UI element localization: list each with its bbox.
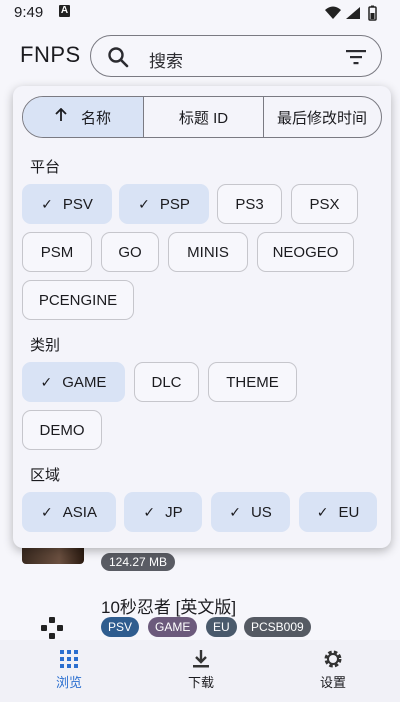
check-icon: ✓ bbox=[143, 503, 156, 520]
nav-settings-label: 设置 bbox=[319, 675, 346, 690]
chip-eu[interactable]: ✓ EU bbox=[299, 492, 377, 532]
nav-download-label: 下载 bbox=[187, 675, 214, 690]
chip-psp[interactable]: ✓ PSP bbox=[119, 184, 209, 224]
chip-demo[interactable]: DEMO bbox=[22, 410, 102, 450]
chip-label: DEMO bbox=[39, 421, 85, 439]
chip-label: US bbox=[250, 503, 272, 521]
check-icon: ✓ bbox=[41, 503, 53, 520]
nav-browse[interactable]: 浏览 bbox=[34, 646, 104, 691]
tag-title-id: PCSB009 bbox=[244, 617, 311, 637]
check-icon: ✓ bbox=[316, 503, 329, 520]
sort-by-title-id[interactable]: 标题 ID bbox=[143, 97, 263, 137]
filter-icon[interactable] bbox=[345, 48, 367, 71]
chip-label: ASIA bbox=[62, 503, 97, 521]
sort-name-label: 名称 bbox=[80, 109, 111, 127]
chip-neogeo[interactable]: NEOGEO bbox=[257, 232, 354, 272]
nav-browse-label: 浏览 bbox=[55, 675, 82, 690]
tag-platform: PSV bbox=[101, 617, 140, 637]
chip-label: JP bbox=[165, 503, 183, 521]
chip-us[interactable]: ✓ US bbox=[211, 492, 290, 532]
search-bar[interactable]: 搜索 bbox=[90, 35, 382, 77]
check-icon: ✓ bbox=[41, 195, 53, 212]
gear-icon bbox=[298, 646, 368, 672]
chip-label: PS3 bbox=[235, 195, 264, 213]
chip-label: GO bbox=[118, 243, 142, 261]
wifi-icon bbox=[325, 6, 341, 19]
sort-segmented-control: 名称 标题 ID 最后修改时间 bbox=[22, 96, 382, 138]
chip-dlc[interactable]: DLC bbox=[134, 362, 199, 402]
chip-ps3[interactable]: PS3 bbox=[217, 184, 282, 224]
notification-icon: A bbox=[59, 5, 70, 17]
filter-panel: 名称 标题 ID 最后修改时间 平台 ✓ PSV ✓ PSP PS3 PSX PSM… bbox=[13, 86, 391, 548]
status-time: 9:49 bbox=[14, 4, 44, 21]
sort-title-id-label: 标题 ID bbox=[178, 109, 229, 127]
chip-psx[interactable]: PSX bbox=[291, 184, 358, 224]
chip-psm[interactable]: PSM bbox=[22, 232, 92, 272]
chip-label: PSP bbox=[159, 195, 190, 213]
game-thumbnail[interactable] bbox=[22, 548, 84, 564]
chip-asia[interactable]: ✓ ASIA bbox=[22, 492, 116, 532]
signal-icon bbox=[346, 7, 360, 19]
nav-settings[interactable]: 设置 bbox=[298, 646, 368, 691]
status-bar: 9:49 A bbox=[0, 0, 400, 26]
chip-label: THEME bbox=[226, 373, 279, 391]
download-icon bbox=[166, 646, 236, 672]
chip-label: NEOGEO bbox=[272, 243, 339, 261]
arrow-up-icon bbox=[55, 107, 67, 126]
search-input[interactable]: 搜索 bbox=[149, 47, 183, 72]
chip-psv[interactable]: ✓ PSV bbox=[22, 184, 112, 224]
search-icon[interactable] bbox=[107, 46, 129, 73]
game-title[interactable]: 10秒忍者 [英文版] bbox=[101, 593, 236, 618]
chip-label: PSX bbox=[309, 195, 340, 213]
chip-pcengine[interactable]: PCENGINE bbox=[22, 280, 134, 320]
status-icons bbox=[324, 5, 392, 26]
chip-label: PSV bbox=[62, 195, 93, 213]
chip-label: EU bbox=[338, 503, 360, 521]
sort-modified-label: 最后修改时间 bbox=[276, 109, 367, 127]
sort-by-modified[interactable]: 最后修改时间 bbox=[263, 97, 380, 137]
chip-label: PCENGINE bbox=[38, 291, 118, 309]
chip-label: GAME bbox=[62, 373, 107, 391]
chip-label: MINIS bbox=[187, 243, 229, 261]
region-section-label: 区域 bbox=[30, 467, 61, 484]
chip-label: PSM bbox=[40, 243, 74, 261]
platform-section-label: 平台 bbox=[30, 159, 61, 176]
size-badge: 124.27 MB bbox=[101, 553, 176, 571]
battery-icon bbox=[368, 5, 377, 21]
chip-minis[interactable]: MINIS bbox=[168, 232, 248, 272]
check-icon: ✓ bbox=[138, 195, 150, 212]
category-section-label: 类别 bbox=[30, 337, 61, 354]
sort-by-name[interactable]: 名称 bbox=[23, 97, 143, 137]
check-icon: ✓ bbox=[229, 503, 241, 520]
grid-icon bbox=[34, 646, 104, 672]
app-title: FNPS bbox=[20, 42, 81, 67]
nav-download[interactable]: 下载 bbox=[166, 646, 236, 691]
check-icon: ✓ bbox=[40, 373, 53, 390]
tag-category: GAME bbox=[148, 617, 198, 637]
chip-go[interactable]: GO bbox=[101, 232, 159, 272]
chip-jp[interactable]: ✓ JP bbox=[124, 492, 202, 532]
bottom-navigation: 浏览 下载 设置 bbox=[0, 640, 400, 702]
tag-region: EU bbox=[206, 617, 237, 637]
chip-game[interactable]: ✓ GAME bbox=[22, 362, 125, 402]
chip-theme[interactable]: THEME bbox=[208, 362, 297, 402]
chip-label: DLC bbox=[151, 373, 182, 391]
